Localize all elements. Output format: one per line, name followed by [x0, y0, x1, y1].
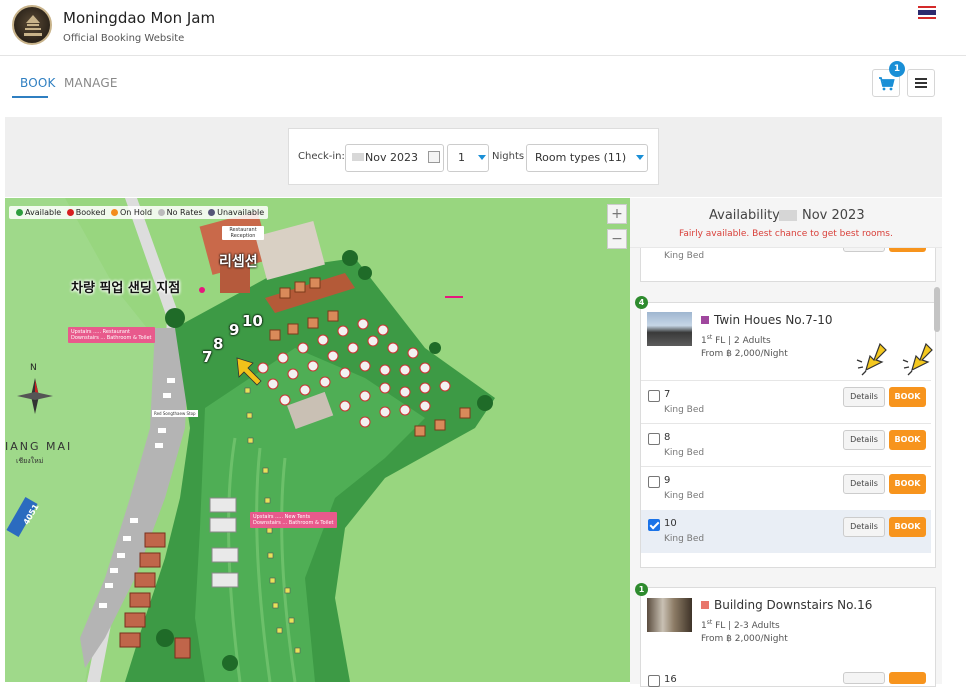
legend-no-rates: No Rates	[166, 208, 203, 217]
unit-number: 7	[664, 389, 671, 400]
room-count-badge: 4	[635, 296, 648, 309]
map-room-8[interactable]: 8	[213, 335, 223, 353]
redacted-day	[352, 153, 364, 161]
active-tab-indicator	[12, 96, 48, 98]
panel-scrollbar[interactable]	[934, 287, 940, 332]
unit-bed: King Bed	[664, 534, 705, 544]
nights-label: Nights	[492, 151, 525, 162]
booked-dot-icon	[66, 209, 74, 216]
map-room-7[interactable]: 7	[202, 348, 212, 366]
unit-bed: King Bed	[664, 405, 705, 415]
room-color-swatch	[701, 601, 709, 609]
calendar-icon[interactable]	[428, 151, 440, 163]
availability-subtitle: Fairly available. Best chance to get bes…	[679, 229, 893, 239]
details-button[interactable]: Details	[843, 517, 885, 537]
facility-tag-lower: Upstairs ..... New Tents Downstairs ... …	[250, 512, 337, 528]
site-subtitle: Official Booking Website	[63, 33, 185, 44]
availability-date: Nov 2023	[802, 208, 865, 223]
unit-bed: King Bed	[664, 491, 705, 501]
room-photo[interactable]	[647, 598, 692, 632]
room-price: From ฿ 2,000/Night	[701, 349, 788, 359]
room-price: From ฿ 2,000/Night	[701, 634, 788, 644]
cart-count-badge: 1	[889, 61, 905, 77]
map-room-9[interactable]: 9	[229, 321, 239, 339]
bus-stop-label: Red Songthaew Stop	[152, 410, 198, 417]
book-button[interactable]: BOOK	[889, 474, 926, 494]
floor-occupancy: FL | 2 Adults	[712, 336, 771, 346]
room-group-name[interactable]: Building Downstairs No.16	[714, 598, 872, 612]
unit-checkbox[interactable]	[648, 390, 660, 402]
room-count-badge: 1	[635, 583, 648, 596]
resort-map[interactable]	[5, 198, 630, 682]
chevron-down-icon	[478, 155, 486, 160]
available-dot-icon	[16, 209, 23, 216]
room-types-value: Room types (11)	[535, 151, 627, 164]
tab-book[interactable]: BOOK	[20, 76, 56, 90]
compass-north-label: N	[30, 363, 37, 373]
unit-checkbox[interactable]	[648, 476, 660, 488]
details-button[interactable]: Details	[843, 387, 885, 407]
book-button[interactable]: BOOK	[889, 517, 926, 537]
availability-title: Availability	[709, 208, 780, 223]
unavailable-dot-icon	[208, 209, 216, 216]
zoom-out-button[interactable]: −	[607, 229, 627, 249]
site-title: Moningdao Mon Jam	[63, 9, 216, 27]
menu-button[interactable]	[907, 69, 935, 97]
unit-checkbox-checked[interactable]	[648, 519, 660, 531]
unit-checkbox[interactable]	[648, 675, 660, 687]
reception-korean-label: 리셉션	[219, 254, 258, 270]
legend-booked: Booked	[75, 208, 106, 217]
chevron-down-icon	[636, 155, 644, 160]
facility-tag-upper: Upstairs ..... Restaurant Downstairs ...…	[68, 327, 155, 343]
unit-number: 9	[664, 475, 671, 486]
zoom-in-button[interactable]: +	[607, 204, 627, 224]
checkin-date-value: Nov 2023	[365, 151, 418, 164]
selected-unit-row[interactable]	[641, 510, 931, 553]
floor-occupancy: FL | 2-3 Adults	[712, 621, 780, 631]
redacted-day	[779, 210, 797, 221]
pointer-hand-icon	[856, 342, 887, 376]
previous-bed-label: King Bed	[664, 251, 705, 261]
unit-checkbox[interactable]	[648, 433, 660, 445]
row-divider	[641, 423, 931, 424]
city-label: IANG MAI	[5, 440, 73, 453]
tab-manage[interactable]: MANAGE	[64, 76, 118, 90]
row-divider	[641, 466, 931, 467]
legend-on-hold: On Hold	[119, 208, 153, 217]
room-photo[interactable]	[647, 312, 692, 346]
no-rates-dot-icon	[157, 209, 165, 216]
details-button[interactable]: Details	[843, 430, 885, 450]
room-floor-info: 1st FL | 2 Adults	[701, 334, 771, 346]
city-thai-label: เชียงใหม่	[16, 457, 44, 465]
on-hold-dot-icon	[110, 209, 118, 216]
resort-logo[interactable]	[12, 5, 52, 45]
details-button[interactable]: Details	[843, 474, 885, 494]
site-header: Moningdao Mon Jam Official Booking Websi…	[0, 0, 966, 56]
book-button[interactable]: BOOK	[889, 387, 926, 407]
availability-header	[630, 198, 942, 248]
book-button[interactable]	[889, 672, 926, 684]
room-color-swatch	[701, 316, 709, 324]
room-floor-info: 1st FL | 2-3 Adults	[701, 619, 780, 631]
checkin-label: Check-in:	[298, 151, 345, 162]
legend-unavailable: Unavailable	[217, 208, 265, 217]
pointer-hand-icon	[902, 342, 933, 376]
unit-number: 10	[664, 518, 677, 529]
hamburger-icon	[915, 78, 927, 88]
unit-number: 8	[664, 432, 671, 443]
book-button[interactable]: BOOK	[889, 430, 926, 450]
map-legend: Available Booked On Hold No Rates Unavai…	[9, 206, 269, 219]
room-group-name[interactable]: Twin Houes No.7-10	[714, 313, 833, 327]
row-divider	[641, 380, 931, 381]
thai-flag-icon[interactable]	[918, 6, 936, 19]
map-room-10[interactable]: 10	[242, 312, 263, 330]
nights-value: 1	[458, 151, 465, 164]
unit-number: 16	[664, 674, 677, 685]
reception-sign: Restaurant Reception	[222, 226, 264, 240]
legend-available: Available	[25, 208, 62, 217]
details-button[interactable]	[843, 672, 885, 684]
unit-bed: King Bed	[664, 448, 705, 458]
pickup-point-label: 차량 픽업 샌딩 지점	[71, 281, 181, 296]
